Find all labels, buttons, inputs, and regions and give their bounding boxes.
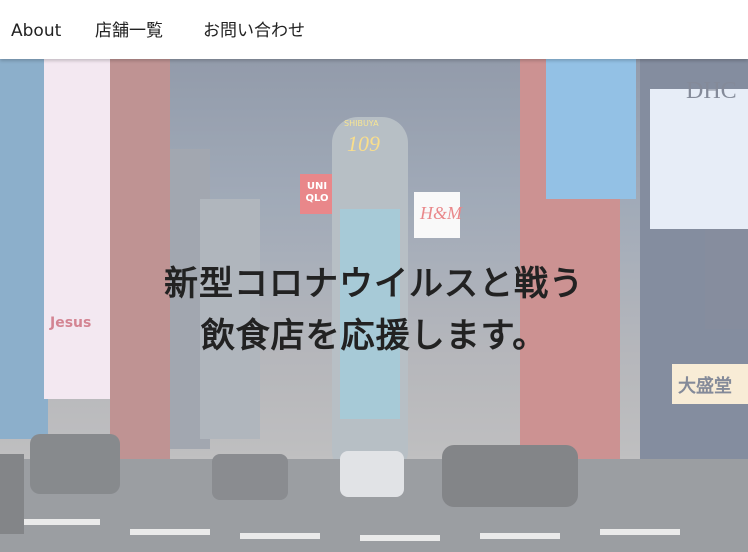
- hero-section: DHC SHIBUYA 109 UNI QLO H&M Jesus 大盛堂 新型…: [0, 59, 748, 552]
- nav-link-stores[interactable]: 店舗一覧: [95, 20, 163, 42]
- top-nav: About 店舗一覧 お問い合わせ: [0, 0, 748, 59]
- nav-link-about[interactable]: About: [11, 20, 61, 42]
- hero-title-line1: 新型コロナウイルスと戦う: [164, 264, 584, 304]
- nav-link-contact[interactable]: お問い合わせ: [203, 20, 305, 42]
- hero-title-line2: 飲食店を応援します。: [200, 316, 548, 356]
